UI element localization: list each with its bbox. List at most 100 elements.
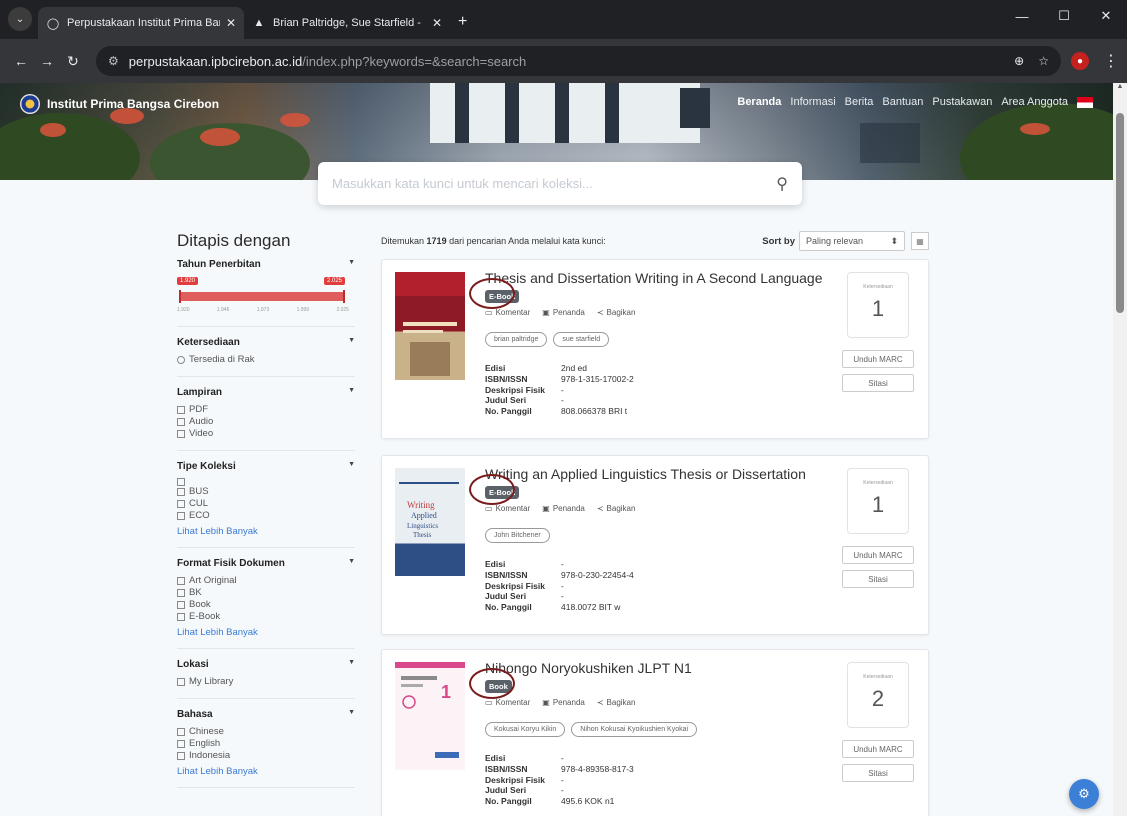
checkbox-icon[interactable]: [177, 478, 185, 486]
checkbox-icon[interactable]: [177, 678, 185, 686]
site-info-icon[interactable]: ⚙: [108, 54, 119, 68]
browser-menu-icon[interactable]: ⋮: [1103, 51, 1119, 71]
year-range-slider[interactable]: 1.920 2.025 1.920 1.946 1.973 1.999 2.02…: [177, 276, 355, 316]
new-tab-button[interactable]: +: [458, 13, 467, 31]
reload-icon[interactable]: ↻: [60, 53, 86, 70]
chevron-down-icon[interactable]: ▼: [348, 659, 355, 670]
minimize-icon[interactable]: —: [1001, 0, 1043, 32]
see-more-link[interactable]: Lihat Lebih Banyak: [177, 766, 355, 777]
address-bar[interactable]: ⚙ perpustakaan.ipbcirebon.ac.id/index.ph…: [96, 46, 1061, 76]
book-cover-image[interactable]: 1: [395, 662, 465, 770]
filter-option[interactable]: CUL: [177, 498, 355, 510]
see-more-link[interactable]: Lihat Lebih Banyak: [177, 627, 355, 638]
filter-option[interactable]: E-Book: [177, 611, 355, 623]
checkbox-icon[interactable]: [177, 613, 185, 621]
close-icon[interactable]: ✕: [432, 16, 442, 30]
filter-option[interactable]: ECO: [177, 510, 355, 522]
book-cover-image[interactable]: Writing Applied Linguistics Thesis: [395, 468, 465, 576]
grid-view-icon[interactable]: ▦: [911, 232, 929, 250]
back-icon[interactable]: ←: [8, 53, 34, 69]
language-flag-icon[interactable]: [1077, 97, 1093, 108]
book-cover-image[interactable]: [395, 272, 465, 380]
nav-berita[interactable]: Berita: [845, 96, 874, 108]
checkbox-icon[interactable]: [177, 752, 185, 760]
share-action[interactable]: ≺ Bagikan: [597, 698, 636, 707]
close-window-icon[interactable]: ✕: [1085, 0, 1127, 32]
sort-select[interactable]: Paling relevan ⬍: [799, 231, 905, 251]
checkbox-icon[interactable]: [177, 488, 185, 496]
bookmark-action[interactable]: ▣ Penanda: [542, 504, 585, 513]
checkbox-icon[interactable]: [177, 601, 185, 609]
comment-action[interactable]: ▭ Komentar: [485, 504, 530, 513]
chevron-down-icon[interactable]: ▼: [348, 259, 355, 270]
filter-option[interactable]: Book: [177, 599, 355, 611]
filter-option[interactable]: Audio: [177, 416, 355, 428]
tab-brian-paltridge[interactable]: ▲ Brian Paltridge, Sue Starfield - ✕: [244, 7, 450, 39]
author-pill[interactable]: sue starfield: [553, 332, 610, 347]
nav-area-anggota[interactable]: Area Anggota: [1001, 96, 1068, 108]
tab-perpustakaan[interactable]: ◯ Perpustakaan Institut Prima Bar ✕: [38, 7, 244, 39]
checkbox-icon[interactable]: [177, 406, 185, 414]
tab-search-icon[interactable]: ⌄: [8, 7, 32, 31]
scroll-up-icon[interactable]: ▲: [1116, 83, 1124, 95]
radio-icon[interactable]: [177, 356, 185, 364]
chevron-down-icon[interactable]: ▼: [348, 387, 355, 398]
search-input[interactable]: [332, 176, 777, 191]
year-min-handle[interactable]: [179, 290, 181, 303]
chevron-down-icon[interactable]: ▼: [348, 461, 355, 472]
citation-button[interactable]: Sitasi: [842, 764, 914, 782]
filter-option[interactable]: Tersedia di Rak: [177, 354, 355, 366]
download-marc-button[interactable]: Unduh MARC: [842, 546, 914, 564]
comment-action[interactable]: ▭ Komentar: [485, 698, 530, 707]
author-pill[interactable]: brian paltridge: [485, 332, 548, 347]
close-icon[interactable]: ✕: [226, 16, 236, 30]
citation-button[interactable]: Sitasi: [842, 570, 914, 588]
maximize-icon[interactable]: ☐: [1043, 0, 1085, 32]
see-more-link[interactable]: Lihat Lebih Banyak: [177, 526, 355, 537]
filter-option[interactable]: BUS: [177, 486, 355, 498]
checkbox-icon[interactable]: [177, 418, 185, 426]
search-icon[interactable]: ⚲: [776, 174, 788, 194]
extension-icon[interactable]: ●: [1071, 52, 1089, 70]
nav-pustakawan[interactable]: Pustakawan: [932, 96, 992, 108]
chevron-down-icon[interactable]: ▼: [348, 337, 355, 348]
accessibility-button[interactable]: ⚙: [1069, 779, 1099, 809]
chevron-down-icon[interactable]: ▼: [348, 709, 355, 720]
bookmark-star-icon[interactable]: ☆: [1038, 54, 1049, 68]
book-title[interactable]: Nihongo Noryokushiken JLPT N1: [485, 660, 692, 676]
checkbox-icon[interactable]: [177, 512, 185, 520]
filter-option[interactable]: English: [177, 738, 355, 750]
share-action[interactable]: ≺ Bagikan: [597, 504, 636, 513]
filter-option[interactable]: My Library: [177, 676, 355, 688]
author-pill[interactable]: Kokusai Koryu Kikin: [485, 722, 566, 737]
scrollbar-thumb[interactable]: [1116, 113, 1124, 313]
bookmark-action[interactable]: ▣ Penanda: [542, 698, 585, 707]
nav-bantuan[interactable]: Bantuan: [882, 96, 923, 108]
book-title[interactable]: Writing an Applied Linguistics Thesis or…: [485, 466, 806, 482]
citation-button[interactable]: Sitasi: [842, 374, 914, 392]
checkbox-icon[interactable]: [177, 740, 185, 748]
author-pill[interactable]: Nihon Kokusai Kyoikushien Kyokai: [571, 722, 698, 737]
book-title[interactable]: Thesis and Dissertation Writing in A Sec…: [485, 270, 823, 286]
zoom-icon[interactable]: ⊕: [1014, 54, 1024, 68]
author-pill[interactable]: John Bitchener: [485, 528, 550, 543]
checkbox-icon[interactable]: [177, 430, 185, 438]
share-action[interactable]: ≺ Bagikan: [597, 308, 636, 317]
nav-informasi[interactable]: Informasi: [790, 96, 835, 108]
comment-action[interactable]: ▭ Komentar: [485, 308, 530, 317]
checkbox-icon[interactable]: [177, 589, 185, 597]
checkbox-icon[interactable]: [177, 500, 185, 508]
nav-beranda[interactable]: Beranda: [737, 96, 781, 108]
checkbox-icon[interactable]: [177, 577, 185, 585]
filter-option[interactable]: PDF: [177, 404, 355, 416]
site-brand[interactable]: Institut Prima Bangsa Cirebon: [20, 94, 219, 114]
filter-option[interactable]: Video: [177, 428, 355, 440]
bookmark-action[interactable]: ▣ Penanda: [542, 308, 585, 317]
checkbox-icon[interactable]: [177, 728, 185, 736]
download-marc-button[interactable]: Unduh MARC: [842, 350, 914, 368]
page-scrollbar[interactable]: ▲: [1113, 83, 1127, 816]
year-max-handle[interactable]: [343, 290, 345, 303]
download-marc-button[interactable]: Unduh MARC: [842, 740, 914, 758]
filter-option[interactable]: [177, 478, 355, 486]
filter-option[interactable]: Art Original: [177, 575, 355, 587]
